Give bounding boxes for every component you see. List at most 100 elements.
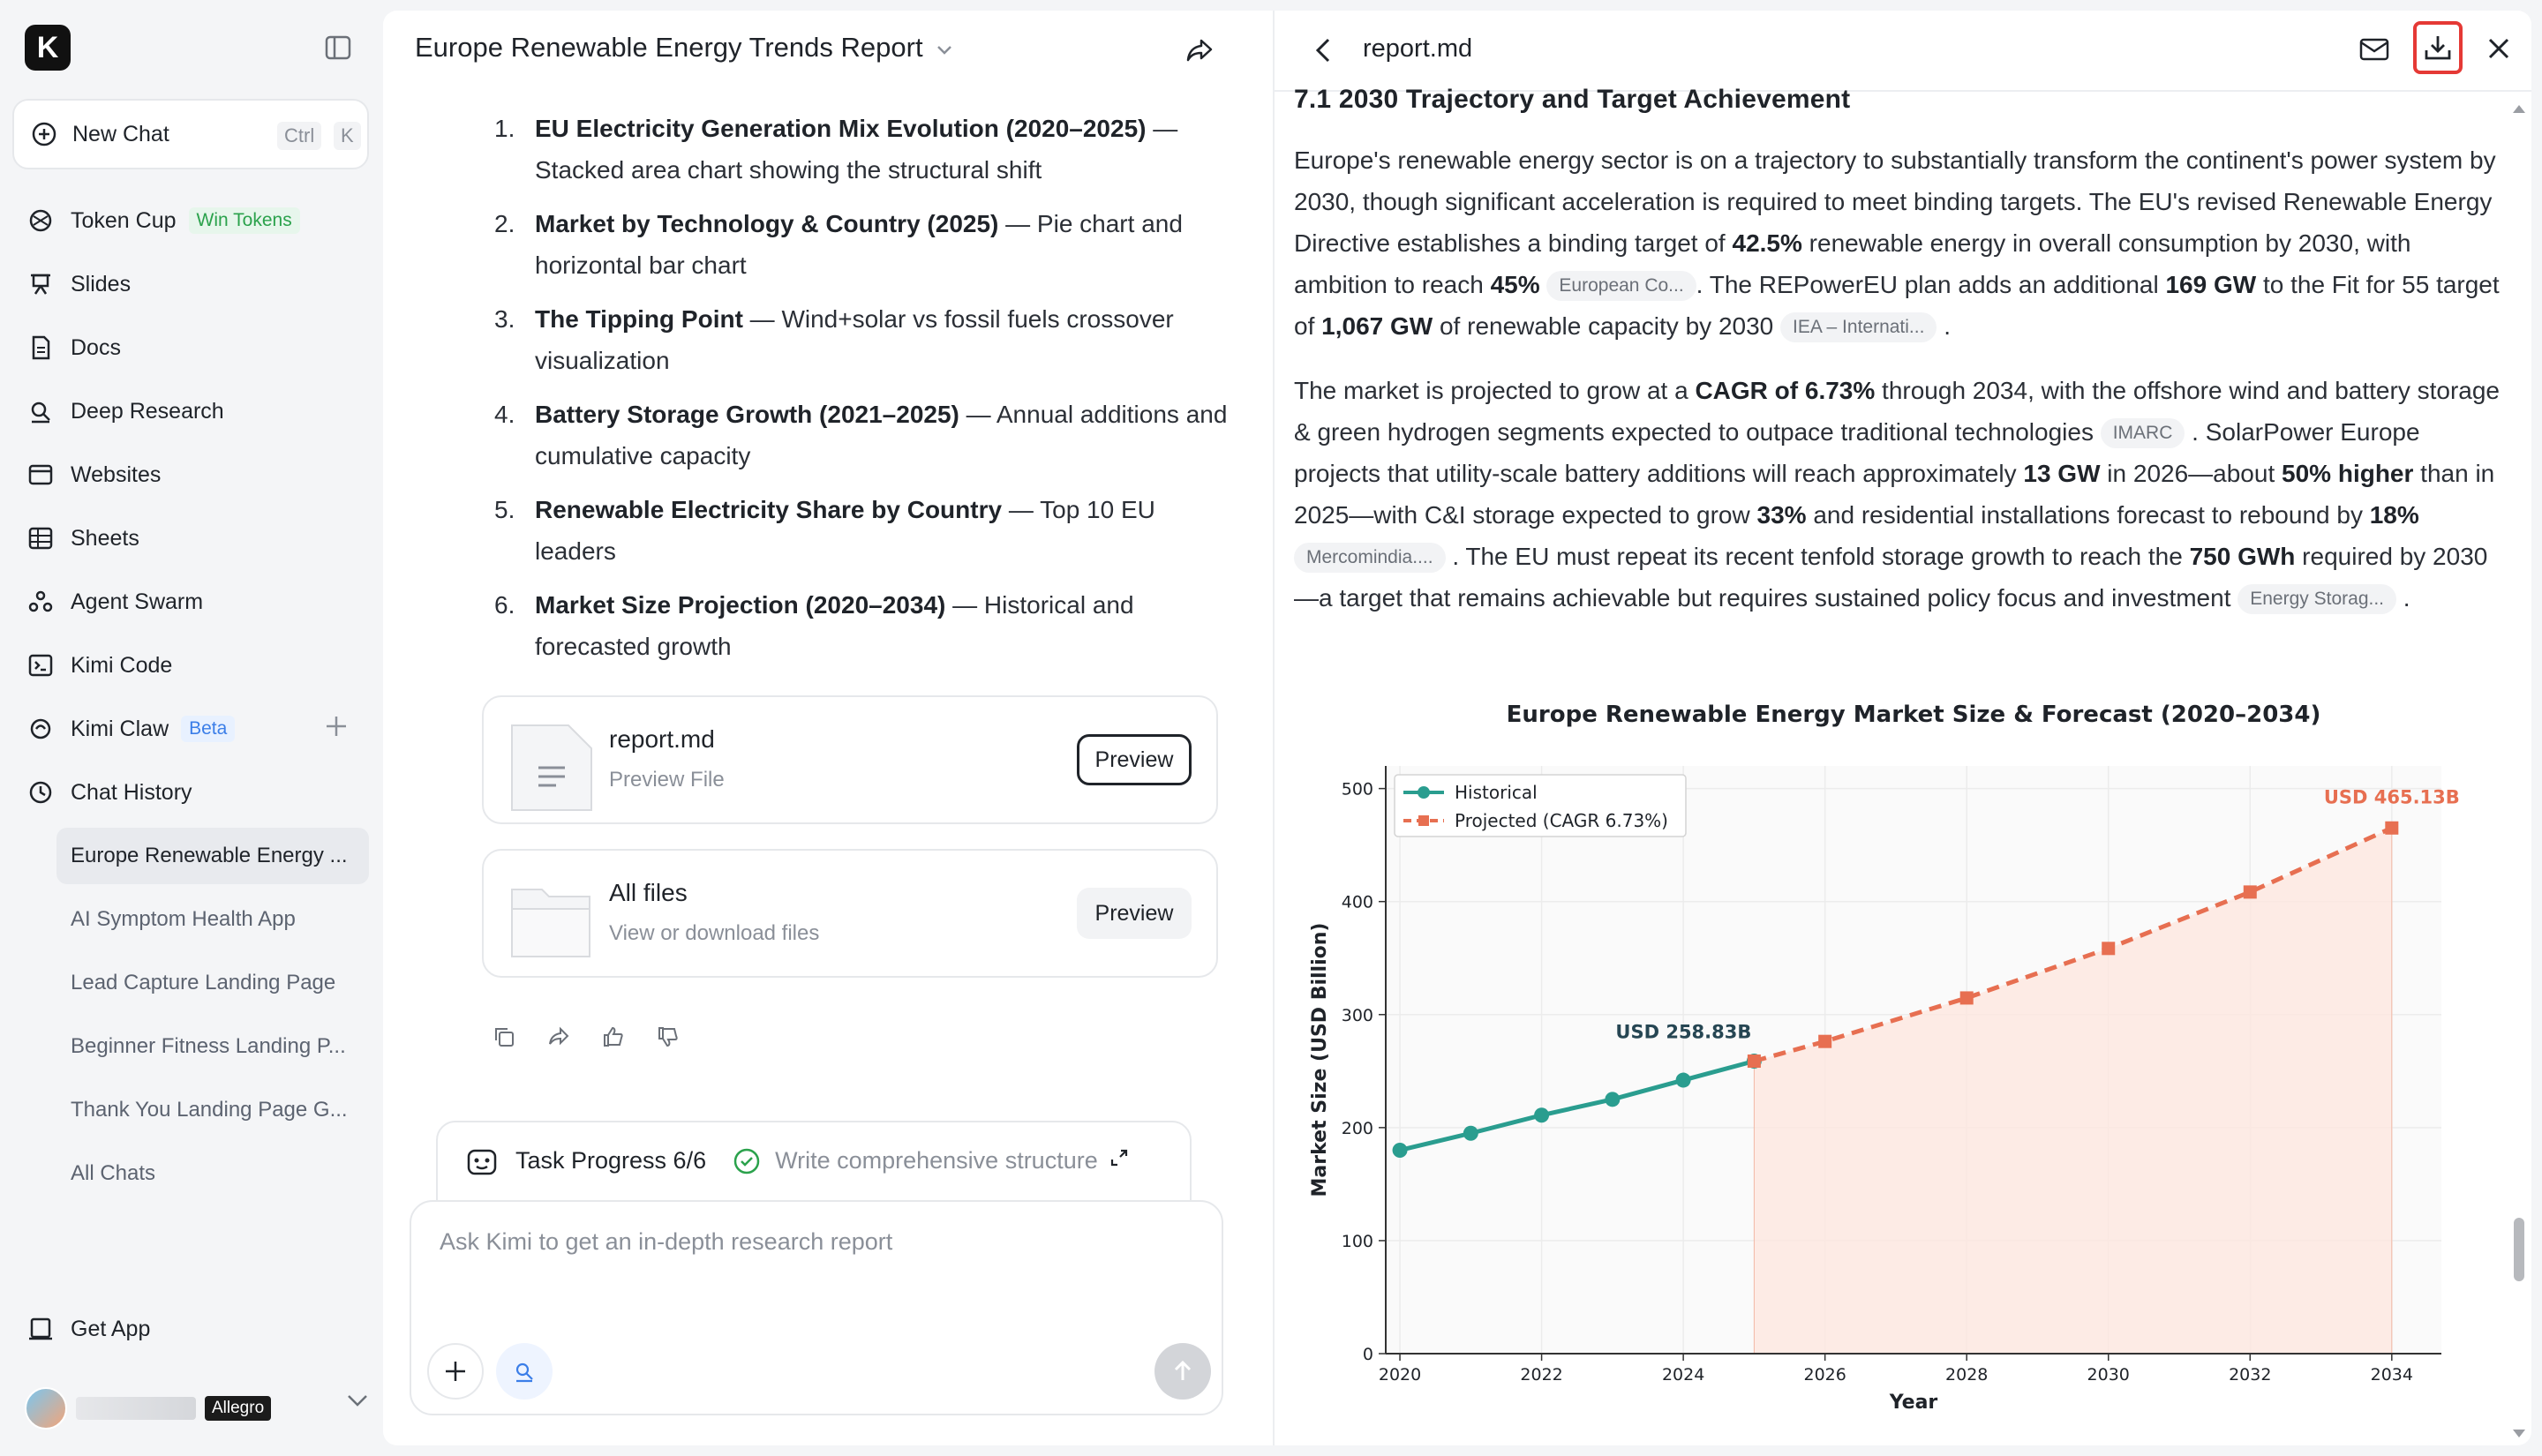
- history-item[interactable]: Lead Capture Landing Page: [56, 955, 365, 1011]
- expand-icon[interactable]: [1109, 1147, 1130, 1175]
- close-icon[interactable]: [2486, 35, 2512, 66]
- get-app-button[interactable]: Get App: [26, 1308, 150, 1350]
- sidebar-item-websites[interactable]: Websites: [26, 454, 161, 496]
- thumbs-down-icon[interactable]: [657, 1025, 680, 1048]
- x-tick-label: 2024: [1662, 1365, 1704, 1385]
- scroll-down-icon[interactable]: [2512, 1428, 2526, 1444]
- x-tick-label: 2020: [1379, 1365, 1421, 1385]
- citation-chip[interactable]: Energy Storag...: [2237, 584, 2396, 614]
- sidebar-item-chat-history[interactable]: Chat History: [26, 771, 192, 814]
- sidebar-item-agent-swarm[interactable]: Agent Swarm: [26, 581, 203, 623]
- collapse-sidebar-icon[interactable]: [325, 35, 351, 60]
- sidebar-item-token-cup[interactable]: Token Cup Win Tokens: [26, 199, 300, 242]
- scrollbar[interactable]: [2508, 99, 2528, 1445]
- all-chats-link[interactable]: All Chats: [56, 1145, 365, 1202]
- file-name: report.md: [609, 725, 715, 753]
- copy-icon[interactable]: [493, 1025, 515, 1048]
- data-point: [1534, 1107, 1550, 1123]
- kimi-logo[interactable]: K: [25, 25, 71, 71]
- sidebar-item-sheets[interactable]: Sheets: [26, 517, 139, 559]
- task-step-text: Write comprehensive structure: [775, 1147, 1098, 1174]
- download-icon: [2425, 36, 2451, 60]
- history-item[interactable]: Europe Renewable Energy ...: [56, 828, 369, 884]
- list-item: 1. EU Electricity Generation Mix Evolutio…: [494, 115, 1178, 184]
- citation-chip[interactable]: IMARC: [2100, 418, 2185, 448]
- history-item[interactable]: Beginner Fitness Landing P...: [56, 1018, 365, 1075]
- add-claw-icon[interactable]: [325, 715, 348, 738]
- terminal-icon: [26, 651, 55, 679]
- all-files-card[interactable]: All files View or download files Preview: [482, 849, 1218, 978]
- send-button[interactable]: [1154, 1343, 1211, 1400]
- task-progress-label: Task Progress 6/6: [515, 1147, 707, 1174]
- get-app-label: Get App: [71, 1316, 151, 1341]
- citation-chip[interactable]: IEA – Internati...: [1780, 312, 1937, 342]
- telescope-icon: [515, 1362, 533, 1383]
- user-profile[interactable]: Allegro: [25, 1384, 367, 1433]
- mail-icon[interactable]: [2358, 35, 2390, 68]
- history-item[interactable]: Thank You Landing Page G...: [56, 1082, 365, 1138]
- sidebar-item-label: Deep Research: [71, 398, 224, 424]
- x-tick-label: 2026: [1803, 1365, 1846, 1385]
- share-icon[interactable]: [1185, 35, 1215, 70]
- sidebar-item-deep-research[interactable]: Deep Research: [26, 390, 224, 432]
- sidebar-item-kimi-claw[interactable]: Kimi Claw Beta: [26, 708, 236, 750]
- chat-title[interactable]: Europe Renewable Energy Trends Report: [415, 32, 953, 64]
- report-file-card[interactable]: report.md Preview File Preview: [482, 695, 1218, 824]
- preview-button[interactable]: Preview: [1077, 734, 1192, 785]
- thumbs-up-icon[interactable]: [602, 1025, 625, 1048]
- y-tick-label: 400: [1342, 893, 1373, 912]
- scroll-thumb[interactable]: [2514, 1218, 2524, 1281]
- history-item[interactable]: AI Symptom Health App: [56, 891, 365, 948]
- file-preview-pane: report.md 7.1 2030 Trajectory and Target…: [1273, 11, 2531, 1445]
- section-heading: 7.1 2030 Trajectory and Target Achieveme…: [1294, 85, 1851, 114]
- attach-plus-button[interactable]: [427, 1343, 484, 1400]
- deep-research-icon: [26, 397, 55, 425]
- y-tick-label: 0: [1363, 1345, 1373, 1364]
- chat-pane: Europe Renewable Energy Trends Report 1.…: [383, 11, 1273, 1445]
- chart-svg: Europe Renewable Energy Market Size & Fo…: [1309, 702, 2460, 1414]
- sidebar-item-label: Chat History: [71, 779, 192, 805]
- y-axis-label: Market Size (USD Billion): [1309, 923, 1331, 1197]
- data-point: [1392, 1142, 1408, 1158]
- download-button[interactable]: [2413, 21, 2463, 74]
- list-item: 6. Market Size Projection (2020–2034) — H…: [494, 591, 1134, 660]
- chevron-down-icon[interactable]: [346, 1392, 369, 1413]
- y-tick-label: 200: [1342, 1119, 1373, 1138]
- sidebar-item-docs[interactable]: Docs: [26, 326, 121, 369]
- agent-swarm-icon: [26, 588, 55, 616]
- sidebar-item-kimi-code[interactable]: Kimi Code: [26, 644, 172, 687]
- websites-icon: [26, 461, 55, 489]
- y-tick-label: 500: [1342, 780, 1373, 799]
- legend-label: Historical: [1455, 782, 1538, 803]
- citation-chip[interactable]: Mercomindia....: [1294, 543, 1446, 573]
- legend-marker: [1418, 815, 1429, 826]
- preview-button[interactable]: Preview: [1077, 888, 1192, 939]
- chat-input-placeholder[interactable]: Ask Kimi to get an in-depth research rep…: [440, 1228, 892, 1256]
- sidebar-item-label: Slides: [71, 271, 132, 296]
- sidebar-item-label: Kimi Code: [71, 652, 173, 678]
- back-arrow-icon[interactable]: [1313, 37, 1333, 68]
- claw-icon: [26, 715, 55, 743]
- file-subtitle: Preview File: [609, 768, 725, 792]
- task-progress-bar[interactable]: Task Progress 6/6 Write comprehensive st…: [436, 1121, 1192, 1209]
- new-chat-button[interactable]: New Chat Ctrl K: [12, 99, 369, 169]
- list-item: 5. Renewable Electricity Share by Country…: [494, 496, 1155, 565]
- scroll-up-icon[interactable]: [2512, 102, 2526, 118]
- chevron-down-icon: [936, 32, 953, 64]
- trophy-icon: [26, 206, 55, 235]
- y-tick-label: 100: [1342, 1232, 1373, 1251]
- share-icon[interactable]: [547, 1025, 570, 1048]
- shortcut-k: K: [334, 122, 361, 150]
- x-tick-label: 2028: [1945, 1365, 1988, 1385]
- chart-title: Europe Renewable Energy Market Size & Fo…: [1507, 702, 2321, 728]
- citation-chip[interactable]: European Co...: [1546, 271, 1696, 301]
- research-tool-button[interactable]: [496, 1343, 553, 1400]
- x-tick-label: 2022: [1520, 1365, 1562, 1385]
- data-point: [1818, 1034, 1832, 1048]
- data-label: USD 258.83B: [1615, 1021, 1751, 1042]
- message-composer[interactable]: Ask Kimi to get an in-depth research rep…: [410, 1200, 1223, 1415]
- sidebar-item-slides[interactable]: Slides: [26, 263, 131, 305]
- x-axis-label: Year: [1889, 1392, 1938, 1414]
- preview-header: report.md: [1275, 11, 2531, 92]
- y-tick-label: 300: [1342, 1006, 1373, 1025]
